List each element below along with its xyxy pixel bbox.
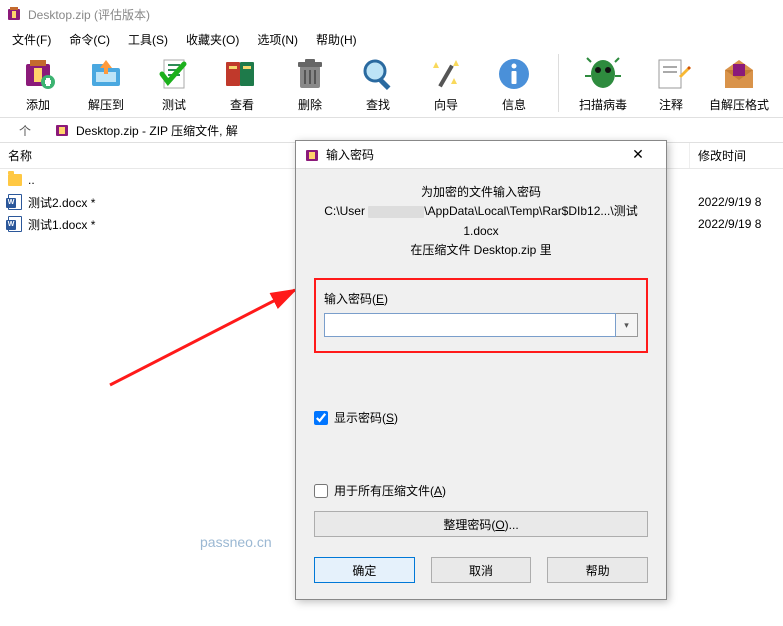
- toolbar-comment-label: 注释: [659, 96, 683, 113]
- toolbar-sfx[interactable]: 自解压格式: [711, 54, 767, 113]
- toolbar-extract-label: 解压到: [88, 96, 124, 113]
- use-for-all-label: 用于所有压缩文件(A): [334, 482, 446, 499]
- use-for-all-checkbox[interactable]: 用于所有压缩文件(A): [314, 482, 648, 499]
- row-file-1-date: 2022/9/19 8: [690, 193, 780, 211]
- password-label: 输入密码(E): [324, 290, 638, 307]
- up-button[interactable]: 个: [0, 122, 50, 139]
- toolbar-scan[interactable]: 扫描病毒: [575, 54, 631, 113]
- window-titlebar: Desktop.zip (评估版本): [0, 0, 783, 28]
- folder-icon: [8, 174, 22, 186]
- dialog-title: 输入密码: [326, 146, 618, 163]
- toolbar-wizard[interactable]: 向导: [418, 54, 474, 113]
- sfx-icon: [719, 54, 759, 94]
- password-dropdown[interactable]: ▾: [616, 313, 638, 337]
- use-for-all-box[interactable]: [314, 484, 328, 498]
- toolbar-info[interactable]: 信息: [486, 54, 542, 113]
- toolbar-add-label: 添加: [26, 96, 50, 113]
- delete-icon: [290, 54, 330, 94]
- docx-icon: [8, 194, 22, 210]
- menu-favorites[interactable]: 收藏夹(O): [178, 29, 247, 50]
- watermark: passneo.cn: [200, 534, 272, 550]
- window-title: Desktop.zip (评估版本): [28, 6, 150, 23]
- col-date[interactable]: 修改时间: [690, 143, 780, 168]
- toolbar-wizard-label: 向导: [434, 96, 458, 113]
- chevron-down-icon: ▾: [624, 320, 629, 331]
- toolbar-scan-label: 扫描病毒: [579, 96, 627, 113]
- address-text: Desktop.zip - ZIP 压缩文件, 解: [76, 122, 238, 139]
- toolbar-view-label: 查看: [230, 96, 254, 113]
- wizard-icon: [426, 54, 466, 94]
- dialog-icon: [304, 147, 320, 163]
- test-icon: [154, 54, 194, 94]
- close-button[interactable]: ✕: [618, 146, 658, 163]
- toolbar-comment[interactable]: 注释: [643, 54, 699, 113]
- help-button[interactable]: 帮助: [547, 557, 648, 583]
- dialog-message: 为加密的文件输入密码 C:\User \AppData\Local\Temp\R…: [314, 183, 648, 260]
- info-icon: [494, 54, 534, 94]
- toolbar-view[interactable]: 查看: [214, 54, 270, 113]
- toolbar-delete-label: 删除: [298, 96, 322, 113]
- cancel-button[interactable]: 取消: [431, 557, 532, 583]
- toolbar-extract[interactable]: 解压到: [78, 54, 134, 113]
- show-password-label: 显示密码(S): [334, 409, 398, 426]
- dialog-msg-line1: 为加密的文件输入密码: [314, 183, 648, 202]
- toolbar-find[interactable]: 查找: [350, 54, 406, 113]
- row-parent-name: ..: [28, 173, 35, 187]
- redacted-username: [368, 206, 424, 218]
- menu-tools[interactable]: 工具(S): [120, 29, 176, 50]
- toolbar-sfx-label: 自解压格式: [709, 96, 769, 113]
- scan-icon: [583, 54, 623, 94]
- annotation-arrow: [100, 260, 310, 400]
- menu-commands[interactable]: 命令(C): [61, 29, 118, 50]
- highlighted-input-area: 输入密码(E) ▾: [314, 278, 648, 353]
- dialog-footer: 确定 取消 帮助: [296, 547, 666, 599]
- toolbar: 添加 解压到 测试 查看 删除 查找 向导 信息 扫描病毒 注释 自解压格式: [0, 50, 783, 117]
- toolbar-delete[interactable]: 删除: [282, 54, 338, 113]
- password-dialog: 输入密码 ✕ 为加密的文件输入密码 C:\User \AppData\Local…: [295, 140, 667, 600]
- row-file-2-name: 测试1.docx *: [28, 216, 95, 233]
- row-file-2-date: 2022/9/19 8: [690, 215, 780, 233]
- add-icon: [18, 54, 58, 94]
- menu-file[interactable]: 文件(F): [4, 29, 59, 50]
- ok-button[interactable]: 确定: [314, 557, 415, 583]
- view-icon: [222, 54, 262, 94]
- toolbar-find-label: 查找: [366, 96, 390, 113]
- password-input[interactable]: [324, 313, 616, 337]
- address-path[interactable]: Desktop.zip - ZIP 压缩文件, 解: [50, 122, 783, 139]
- docx-icon: [8, 216, 22, 232]
- dialog-titlebar[interactable]: 输入密码 ✕: [296, 141, 666, 169]
- app-icon: [6, 6, 22, 22]
- show-password-box[interactable]: [314, 411, 328, 425]
- find-icon: [358, 54, 398, 94]
- comment-icon: [651, 54, 691, 94]
- toolbar-add[interactable]: 添加: [10, 54, 66, 113]
- extract-icon: [86, 54, 126, 94]
- menu-help[interactable]: 帮助(H): [308, 29, 365, 50]
- manage-passwords-button[interactable]: 整理密码(O)...: [314, 511, 648, 537]
- toolbar-test[interactable]: 测试: [146, 54, 202, 113]
- up-label: 个: [19, 124, 31, 138]
- show-password-checkbox[interactable]: 显示密码(S): [314, 409, 648, 426]
- dialog-msg-line2: C:\User \AppData\Local\Temp\Rar$DIb12...…: [314, 202, 648, 240]
- toolbar-info-label: 信息: [502, 96, 526, 113]
- dialog-msg-line3: 在压缩文件 Desktop.zip 里: [314, 241, 648, 260]
- menu-options[interactable]: 选项(N): [249, 29, 306, 50]
- archive-small-icon: [54, 122, 70, 138]
- toolbar-test-label: 测试: [162, 96, 186, 113]
- menubar: 文件(F) 命令(C) 工具(S) 收藏夹(O) 选项(N) 帮助(H): [0, 28, 783, 50]
- toolbar-separator: [558, 54, 559, 112]
- row-file-1-name: 测试2.docx *: [28, 194, 95, 211]
